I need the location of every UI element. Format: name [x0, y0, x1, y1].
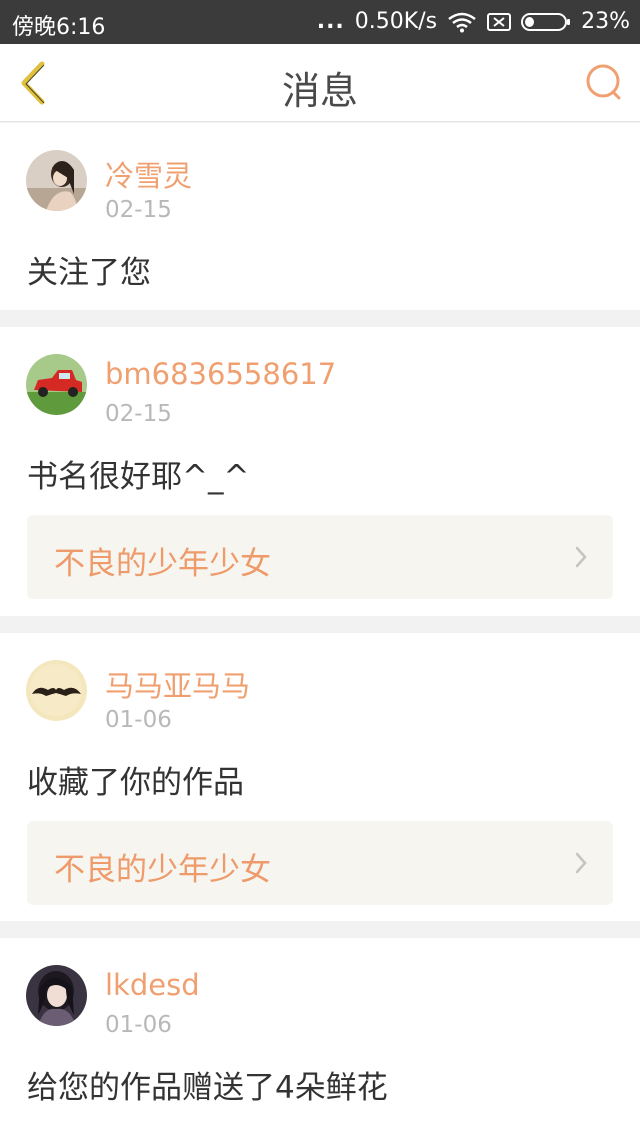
status-time: 傍晚6:16: [12, 15, 106, 40]
message-text: 给您的作品赠送了4朵鲜花: [27, 1070, 388, 1106]
status-bar: 傍晚6:16 ... 0.50K/s 23%: [0, 0, 640, 44]
message-date: 01-06: [105, 1012, 172, 1038]
battery-percent: 23%: [581, 9, 630, 34]
wifi-icon: [448, 12, 476, 32]
top-app-bar: 消息: [0, 44, 640, 122]
message-text: 书名很好耶^_^: [27, 459, 250, 495]
username[interactable]: lkdesd: [105, 968, 200, 1002]
message-card[interactable]: 冷雪灵 02-15 关注了您: [0, 123, 640, 310]
work-link[interactable]: 不良的少年少女: [27, 515, 613, 599]
username[interactable]: bm6836558617: [105, 357, 336, 391]
message-list: 冷雪灵 02-15 关注了您 bm6836558617 02-15 书名很好耶^…: [0, 123, 640, 1138]
message-text: 收藏了你的作品: [27, 765, 244, 801]
avatar[interactable]: [26, 660, 87, 721]
message-date: 01-06: [105, 707, 172, 733]
message-date: 02-15: [105, 197, 172, 223]
status-right: ... 0.50K/s 23%: [317, 9, 630, 34]
work-title: 不良的少年少女: [54, 852, 271, 888]
battery-icon: [521, 12, 571, 31]
username[interactable]: 冷雪灵: [105, 153, 192, 195]
message-card[interactable]: 马马亚马马 01-06 收藏了你的作品 不良的少年少女: [0, 633, 640, 921]
search-icon: [586, 64, 621, 100]
avatar[interactable]: [26, 965, 87, 1026]
search-button[interactable]: [584, 62, 624, 102]
network-speed: 0.50K/s: [354, 9, 438, 34]
signal-dots: ...: [316, 9, 345, 34]
avatar[interactable]: [26, 150, 87, 211]
message-card[interactable]: bm6836558617 02-15 书名很好耶^_^ 不良的少年少女: [0, 327, 640, 616]
work-link[interactable]: 不良的少年少女: [27, 821, 613, 905]
sim-icon: [487, 12, 512, 31]
avatar[interactable]: [26, 354, 87, 415]
message-date: 02-15: [105, 401, 172, 427]
work-title: 不良的少年少女: [54, 546, 271, 582]
username[interactable]: 马马亚马马: [105, 663, 250, 705]
message-text: 关注了您: [27, 255, 151, 291]
chevron-right-icon: [575, 546, 587, 568]
message-card[interactable]: lkdesd 01-06 给您的作品赠送了4朵鲜花: [0, 938, 640, 1138]
chevron-right-icon: [575, 852, 587, 874]
page-title: 消息: [281, 69, 358, 113]
